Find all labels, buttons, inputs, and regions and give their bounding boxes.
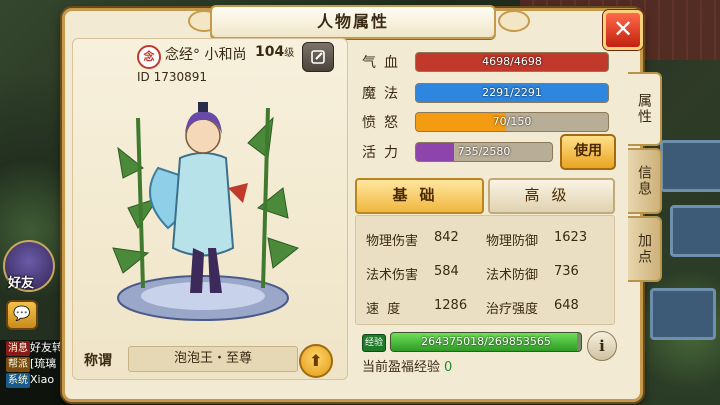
flower-planter	[670, 205, 720, 257]
chat-panel[interactable]: 消息 好友转 帮派 [琉璃 系统 Xiao	[0, 340, 70, 405]
stat-physical-attack: 物理伤害 842	[366, 230, 459, 249]
window-title-plate: 人物属性	[210, 5, 496, 39]
hp-label: 气血	[362, 55, 406, 71]
mp-bar: 2291/2291	[415, 83, 609, 103]
friend-label: 好友	[8, 276, 35, 291]
chat-icon[interactable]: 💬	[6, 300, 38, 330]
experience-bar-text: 264375018/269853565	[421, 335, 551, 348]
stat-healing: 治疗强度 648	[486, 298, 579, 317]
character-id: ID 1730891	[137, 70, 208, 84]
chat-line: 帮派 [琉璃	[6, 357, 57, 372]
side-tab-points[interactable]: 加点	[628, 216, 662, 282]
character-level: 104级	[255, 44, 295, 60]
title-label: 称谓	[84, 353, 112, 369]
rage-bar: 70/150	[415, 112, 609, 132]
stat-magic-attack: 法术伤害 584	[366, 264, 459, 283]
hp-bar: 4698/4698	[415, 52, 609, 72]
chat-line: 消息 好友转	[6, 341, 63, 356]
vitality-label: 活力	[362, 145, 406, 161]
mp-label: 魔法	[362, 86, 406, 102]
chat-line: 系统 Xiao	[6, 373, 55, 388]
title-value: 泡泡王・至尊	[128, 346, 298, 372]
window-title: 人物属性	[316, 12, 389, 31]
side-tab-info[interactable]: 信息	[628, 148, 662, 214]
stat-magic-defense: 法术防御 736	[486, 264, 579, 283]
stat-speed: 速 度 1286	[366, 298, 468, 317]
stat-physical-defense: 物理防御 1623	[486, 230, 588, 249]
hp-bar-text: 4698/4698	[482, 55, 542, 68]
rage-label: 愤怒	[362, 115, 406, 131]
character-figure	[112, 102, 300, 321]
use-vitality-button[interactable]: 使用	[560, 134, 616, 170]
edit-name-button[interactable]	[302, 42, 334, 72]
info-button[interactable]: i	[587, 331, 617, 361]
rage-bar-text: 70/150	[492, 115, 532, 128]
vitality-bar-text: 735/2580	[457, 145, 511, 158]
experience-bar: 264375018/269853565	[390, 332, 582, 352]
experience-icon: 经验	[362, 334, 386, 352]
mp-bar-text: 2291/2291	[482, 86, 542, 99]
title-ornament-right	[498, 10, 530, 32]
stats-table: 物理伤害 842 物理防御 1623 法术伤害 584 法术防御 736 速 度 1286…	[355, 215, 615, 325]
close-icon: ✕	[612, 15, 634, 43]
close-button[interactable]: ✕	[603, 10, 643, 50]
tab-basic[interactable]: 基础	[355, 178, 484, 214]
side-tab-attributes[interactable]: 属性	[628, 72, 662, 146]
character-name: 念经° 小和尚	[165, 47, 247, 63]
vitality-bar: 735/2580	[415, 142, 553, 162]
flower-planter	[650, 288, 716, 340]
title-upgrade-button[interactable]: ⬆	[299, 344, 333, 378]
edit-icon	[311, 50, 325, 64]
tab-advanced[interactable]: 高级	[488, 178, 615, 214]
flower-planter	[660, 140, 720, 192]
bless-experience: 当前盈福经验 0	[362, 360, 453, 375]
arrow-up-icon: ⬆	[309, 351, 323, 370]
school-badge-icon: 念	[137, 45, 161, 69]
